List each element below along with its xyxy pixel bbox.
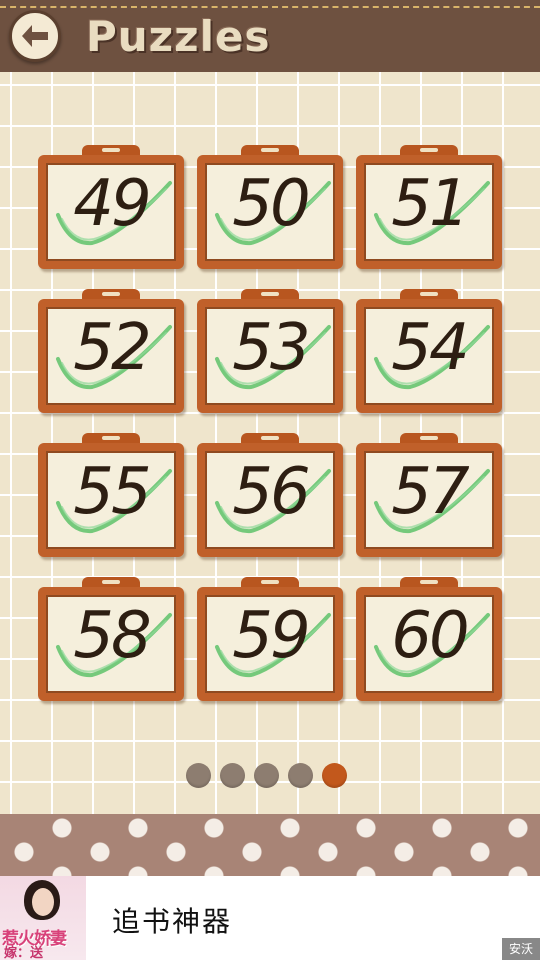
puzzle-number: 51 xyxy=(391,167,469,241)
puzzle-number: 57 xyxy=(391,455,469,529)
puzzle-tile[interactable]: 60 xyxy=(356,577,502,701)
ad-banner[interactable]: 惹火娇妻 嫁：送 追书神器 安沃 xyxy=(0,876,540,960)
back-arrow-icon xyxy=(22,25,48,47)
puzzle-tile[interactable]: 50 xyxy=(197,145,343,269)
puzzle-tile[interactable]: 52 xyxy=(38,289,184,413)
ad-badge: 安沃 xyxy=(502,938,540,960)
puzzle-number: 59 xyxy=(232,599,310,673)
puzzle-grid: 49 50 51 52 53 54 55 56 57 58 59 60 xyxy=(38,145,502,701)
puzzle-number: 58 xyxy=(73,599,151,673)
back-button[interactable] xyxy=(9,10,61,62)
puzzle-tile[interactable]: 55 xyxy=(38,433,184,557)
puzzle-number: 56 xyxy=(232,455,310,529)
puzzle-number: 49 xyxy=(73,167,151,241)
puzzle-tile[interactable]: 53 xyxy=(197,289,343,413)
puzzle-tile[interactable]: 51 xyxy=(356,145,502,269)
puzzle-number: 60 xyxy=(391,599,469,673)
polka-dot-strip xyxy=(0,814,540,876)
ad-thumb-subtitle: 嫁：送 xyxy=(4,946,44,960)
puzzle-tile[interactable]: 49 xyxy=(38,145,184,269)
puzzle-number: 54 xyxy=(391,311,469,385)
page-dot[interactable] xyxy=(288,763,313,788)
puzzle-number: 53 xyxy=(232,311,310,385)
puzzle-tile[interactable]: 57 xyxy=(356,433,502,557)
ad-thumb-face xyxy=(32,888,54,916)
puzzle-number: 50 xyxy=(232,167,310,241)
page-title: Puzzles xyxy=(86,12,271,61)
puzzle-tile[interactable]: 58 xyxy=(38,577,184,701)
puzzle-tile[interactable]: 54 xyxy=(356,289,502,413)
puzzle-number: 55 xyxy=(73,455,151,529)
puzzle-tile[interactable]: 59 xyxy=(197,577,343,701)
page-dot[interactable] xyxy=(186,763,211,788)
page-dot[interactable] xyxy=(220,763,245,788)
page-dot[interactable] xyxy=(322,763,347,788)
page-dot[interactable] xyxy=(254,763,279,788)
ad-thumbnail: 惹火娇妻 嫁：送 xyxy=(0,876,86,960)
ad-title: 追书神器 xyxy=(112,905,233,938)
top-bar: Puzzles xyxy=(0,0,540,81)
page-indicator xyxy=(186,763,347,788)
puzzle-number: 52 xyxy=(73,311,151,385)
puzzle-tile[interactable]: 56 xyxy=(197,433,343,557)
